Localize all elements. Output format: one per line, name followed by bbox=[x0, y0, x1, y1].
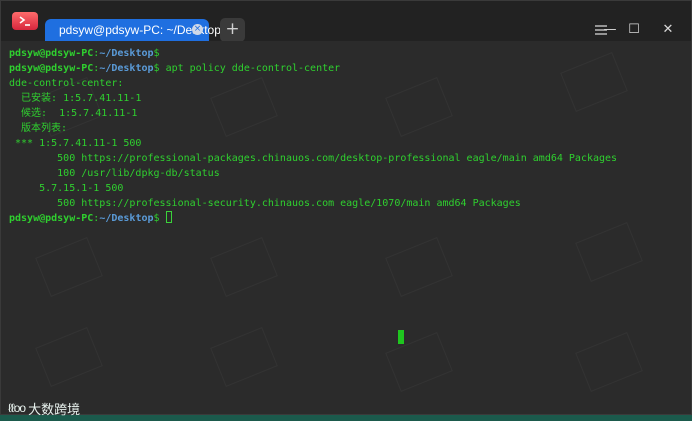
prompt-user: pdsyw@pdsyw-PC bbox=[9, 213, 94, 224]
prompt-user: pdsyw@pdsyw-PC bbox=[9, 63, 94, 74]
maximize-icon[interactable]: ☐ bbox=[624, 20, 644, 40]
prompt-path: ~/Desktop bbox=[99, 63, 154, 74]
output-line: 已安装: 1:5.7.41.11-1 bbox=[9, 93, 142, 104]
terminal-icon bbox=[12, 12, 38, 30]
output-line: 500 https://professional-packages.chinau… bbox=[9, 153, 618, 164]
text-cursor bbox=[165, 211, 172, 223]
output-line: 100 /usr/lib/dpkg-db/status bbox=[9, 168, 220, 179]
new-tab-button[interactable]: + bbox=[220, 18, 245, 42]
prompt-path: ~/Desktop bbox=[99, 213, 154, 224]
output-line: *** 1:5.7.41.11-1 500 bbox=[9, 138, 142, 149]
title-bar[interactable]: pdsyw@pdsyw-PC: ~/Desktop × + — ☐ ✕ bbox=[1, 1, 691, 42]
prompt-symbol: $ bbox=[153, 48, 160, 59]
tab-close-icon[interactable]: × bbox=[192, 24, 203, 35]
output-line: 候选: 1:5.7.41.11-1 bbox=[9, 108, 138, 119]
command-text: apt policy dde-control-center bbox=[159, 63, 341, 74]
output-line: 版本列表: bbox=[9, 123, 68, 134]
terminal-output[interactable]: pdsyw@pdsyw-PC:~/Desktop$ pdsyw@pdsyw-PC… bbox=[1, 41, 691, 414]
brand-logo-text: 大数跨境 bbox=[28, 401, 81, 417]
brand-logo-icon: ℓℓoo bbox=[8, 401, 26, 415]
watermark-logo: ℓℓoo 大数跨境 bbox=[8, 398, 80, 418]
minimize-icon[interactable]: — bbox=[600, 20, 620, 40]
close-icon[interactable]: ✕ bbox=[658, 20, 678, 40]
prompt-line: pdsyw@pdsyw-PC:~/Desktop$ bbox=[9, 46, 691, 61]
output-line: 500 https://professional-security.chinau… bbox=[9, 198, 521, 209]
tab-terminal[interactable]: pdsyw@pdsyw-PC: ~/Desktop × bbox=[45, 19, 221, 41]
mouse-text-cursor-icon bbox=[398, 330, 404, 344]
output-line: 5.7.15.1-1 500 bbox=[9, 183, 124, 194]
prompt-user: pdsyw@pdsyw-PC bbox=[9, 48, 94, 59]
prompt-path: ~/Desktop bbox=[99, 48, 154, 59]
output-line: dde-control-center: bbox=[9, 78, 124, 89]
prompt-symbol: $ bbox=[153, 213, 160, 224]
command-line: pdsyw@pdsyw-PC:~/Desktop$ apt policy dde… bbox=[9, 61, 691, 76]
terminal-window: pdsyw@pdsyw-PC: ~/Desktop × + — ☐ ✕ pdsy… bbox=[0, 0, 692, 415]
current-prompt-line: pdsyw@pdsyw-PC:~/Desktop$ bbox=[9, 211, 691, 226]
